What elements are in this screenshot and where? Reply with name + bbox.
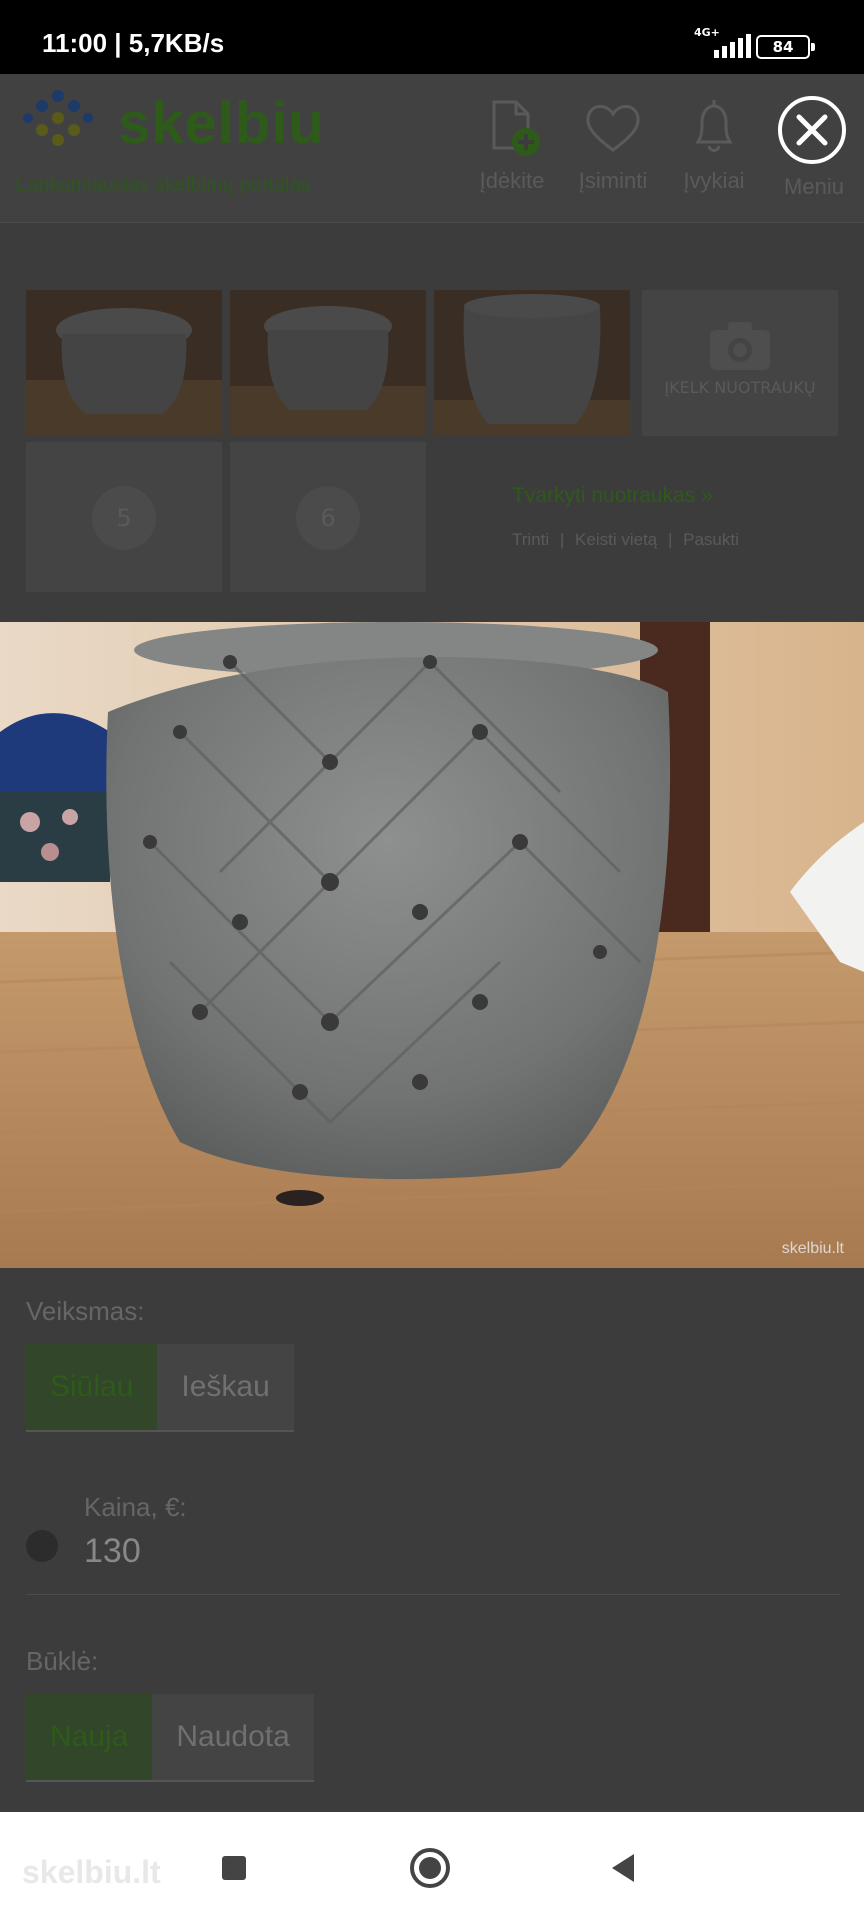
condition-new-option[interactable]: Nauja (26, 1694, 153, 1780)
nav-menu[interactable]: Meniu (764, 170, 864, 200)
nav-events-label: Įvykiai (683, 168, 745, 193)
action-offer-option[interactable]: Siūlau (26, 1344, 158, 1430)
action-segmented-control: Siūlau Ieškau (26, 1344, 294, 1432)
heart-icon (586, 105, 640, 152)
enlarged-photo[interactable]: skelbiu.lt (0, 622, 864, 1268)
action-label: Veiksmas: (26, 1296, 145, 1326)
upload-photo-label: ĮKELK NUOTRAUKŲ (664, 378, 816, 397)
back-button[interactable] (602, 1846, 646, 1890)
ottoman-photo-image (0, 622, 864, 1268)
price-label: Kaina, €: (84, 1492, 187, 1522)
separator: | (559, 530, 565, 549)
delete-photo-link[interactable]: Trinti (512, 530, 549, 549)
nav-remember[interactable]: Įsiminti (563, 96, 663, 194)
condition-used-option[interactable]: Naudota (152, 1694, 314, 1780)
add-document-icon (492, 100, 540, 156)
logo-dots-icon (23, 90, 93, 146)
separator: | (667, 530, 673, 549)
rotate-photo-link[interactable]: Pasukti (683, 530, 739, 549)
close-lightbox-button[interactable] (778, 96, 846, 164)
navbar-watermark: skelbiu.lt (22, 1854, 161, 1890)
photo-watermark: skelbiu.lt (781, 1240, 844, 1257)
condition-label: Būklė: (26, 1646, 99, 1676)
nav-events[interactable]: Įvykiai (664, 96, 764, 194)
battery-icon: 84 (756, 35, 815, 59)
nav-add-label: Įdėkite (479, 168, 545, 193)
photo-thumbnail[interactable] (434, 290, 630, 436)
site-header: skelbiu Lankomiausias skelbimų portalas … (0, 74, 864, 223)
action-seek-option[interactable]: Ieškau (157, 1344, 294, 1430)
nav-remember-label: Įsiminti (578, 168, 648, 193)
camera-icon (710, 322, 770, 370)
close-icon (796, 114, 828, 146)
status-bar: 11:00 | 5,7KB/s 4G+ 84 (0, 0, 864, 74)
price-radio[interactable] (26, 1530, 58, 1562)
upload-photo-slot[interactable]: ĮKELK NUOTRAUKŲ (642, 290, 838, 436)
slot-number: 6 (296, 486, 360, 550)
photo-actions: Trinti | Keisti vietą | Pasukti (512, 530, 745, 550)
empty-photo-slot[interactable]: 5 (26, 442, 222, 592)
photo-thumbnail[interactable] (26, 290, 222, 436)
site-logo[interactable]: skelbiu (118, 90, 325, 157)
site-tagline: Lankomiausias skelbimų portalas (16, 174, 311, 196)
system-navigation-bar: skelbiu.lt (0, 1812, 864, 1920)
home-button[interactable] (408, 1846, 452, 1890)
nav-menu-label: Meniu (784, 174, 844, 199)
recent-apps-button[interactable] (212, 1846, 256, 1890)
thumbnail-ottoman-image (230, 290, 426, 436)
condition-segmented-control: Nauja Naudota (26, 1694, 314, 1782)
nav-add-listing[interactable]: Įdėkite (462, 96, 562, 194)
divider (26, 1594, 840, 1595)
reorder-photo-link[interactable]: Keisti vietą (575, 530, 657, 549)
bell-icon (695, 100, 733, 152)
status-time: 11:00 | 5,7KB/s (42, 28, 225, 58)
slot-number: 5 (92, 486, 156, 550)
empty-photo-slot[interactable]: 6 (230, 442, 426, 592)
photo-thumbnail[interactable] (230, 290, 426, 436)
manage-photos-link[interactable]: Tvarkyti nuotraukas » (512, 484, 713, 508)
thumbnail-ottoman-image (434, 290, 630, 436)
price-input[interactable]: 130 (84, 1532, 141, 1571)
thumbnail-ottoman-image (26, 290, 222, 436)
